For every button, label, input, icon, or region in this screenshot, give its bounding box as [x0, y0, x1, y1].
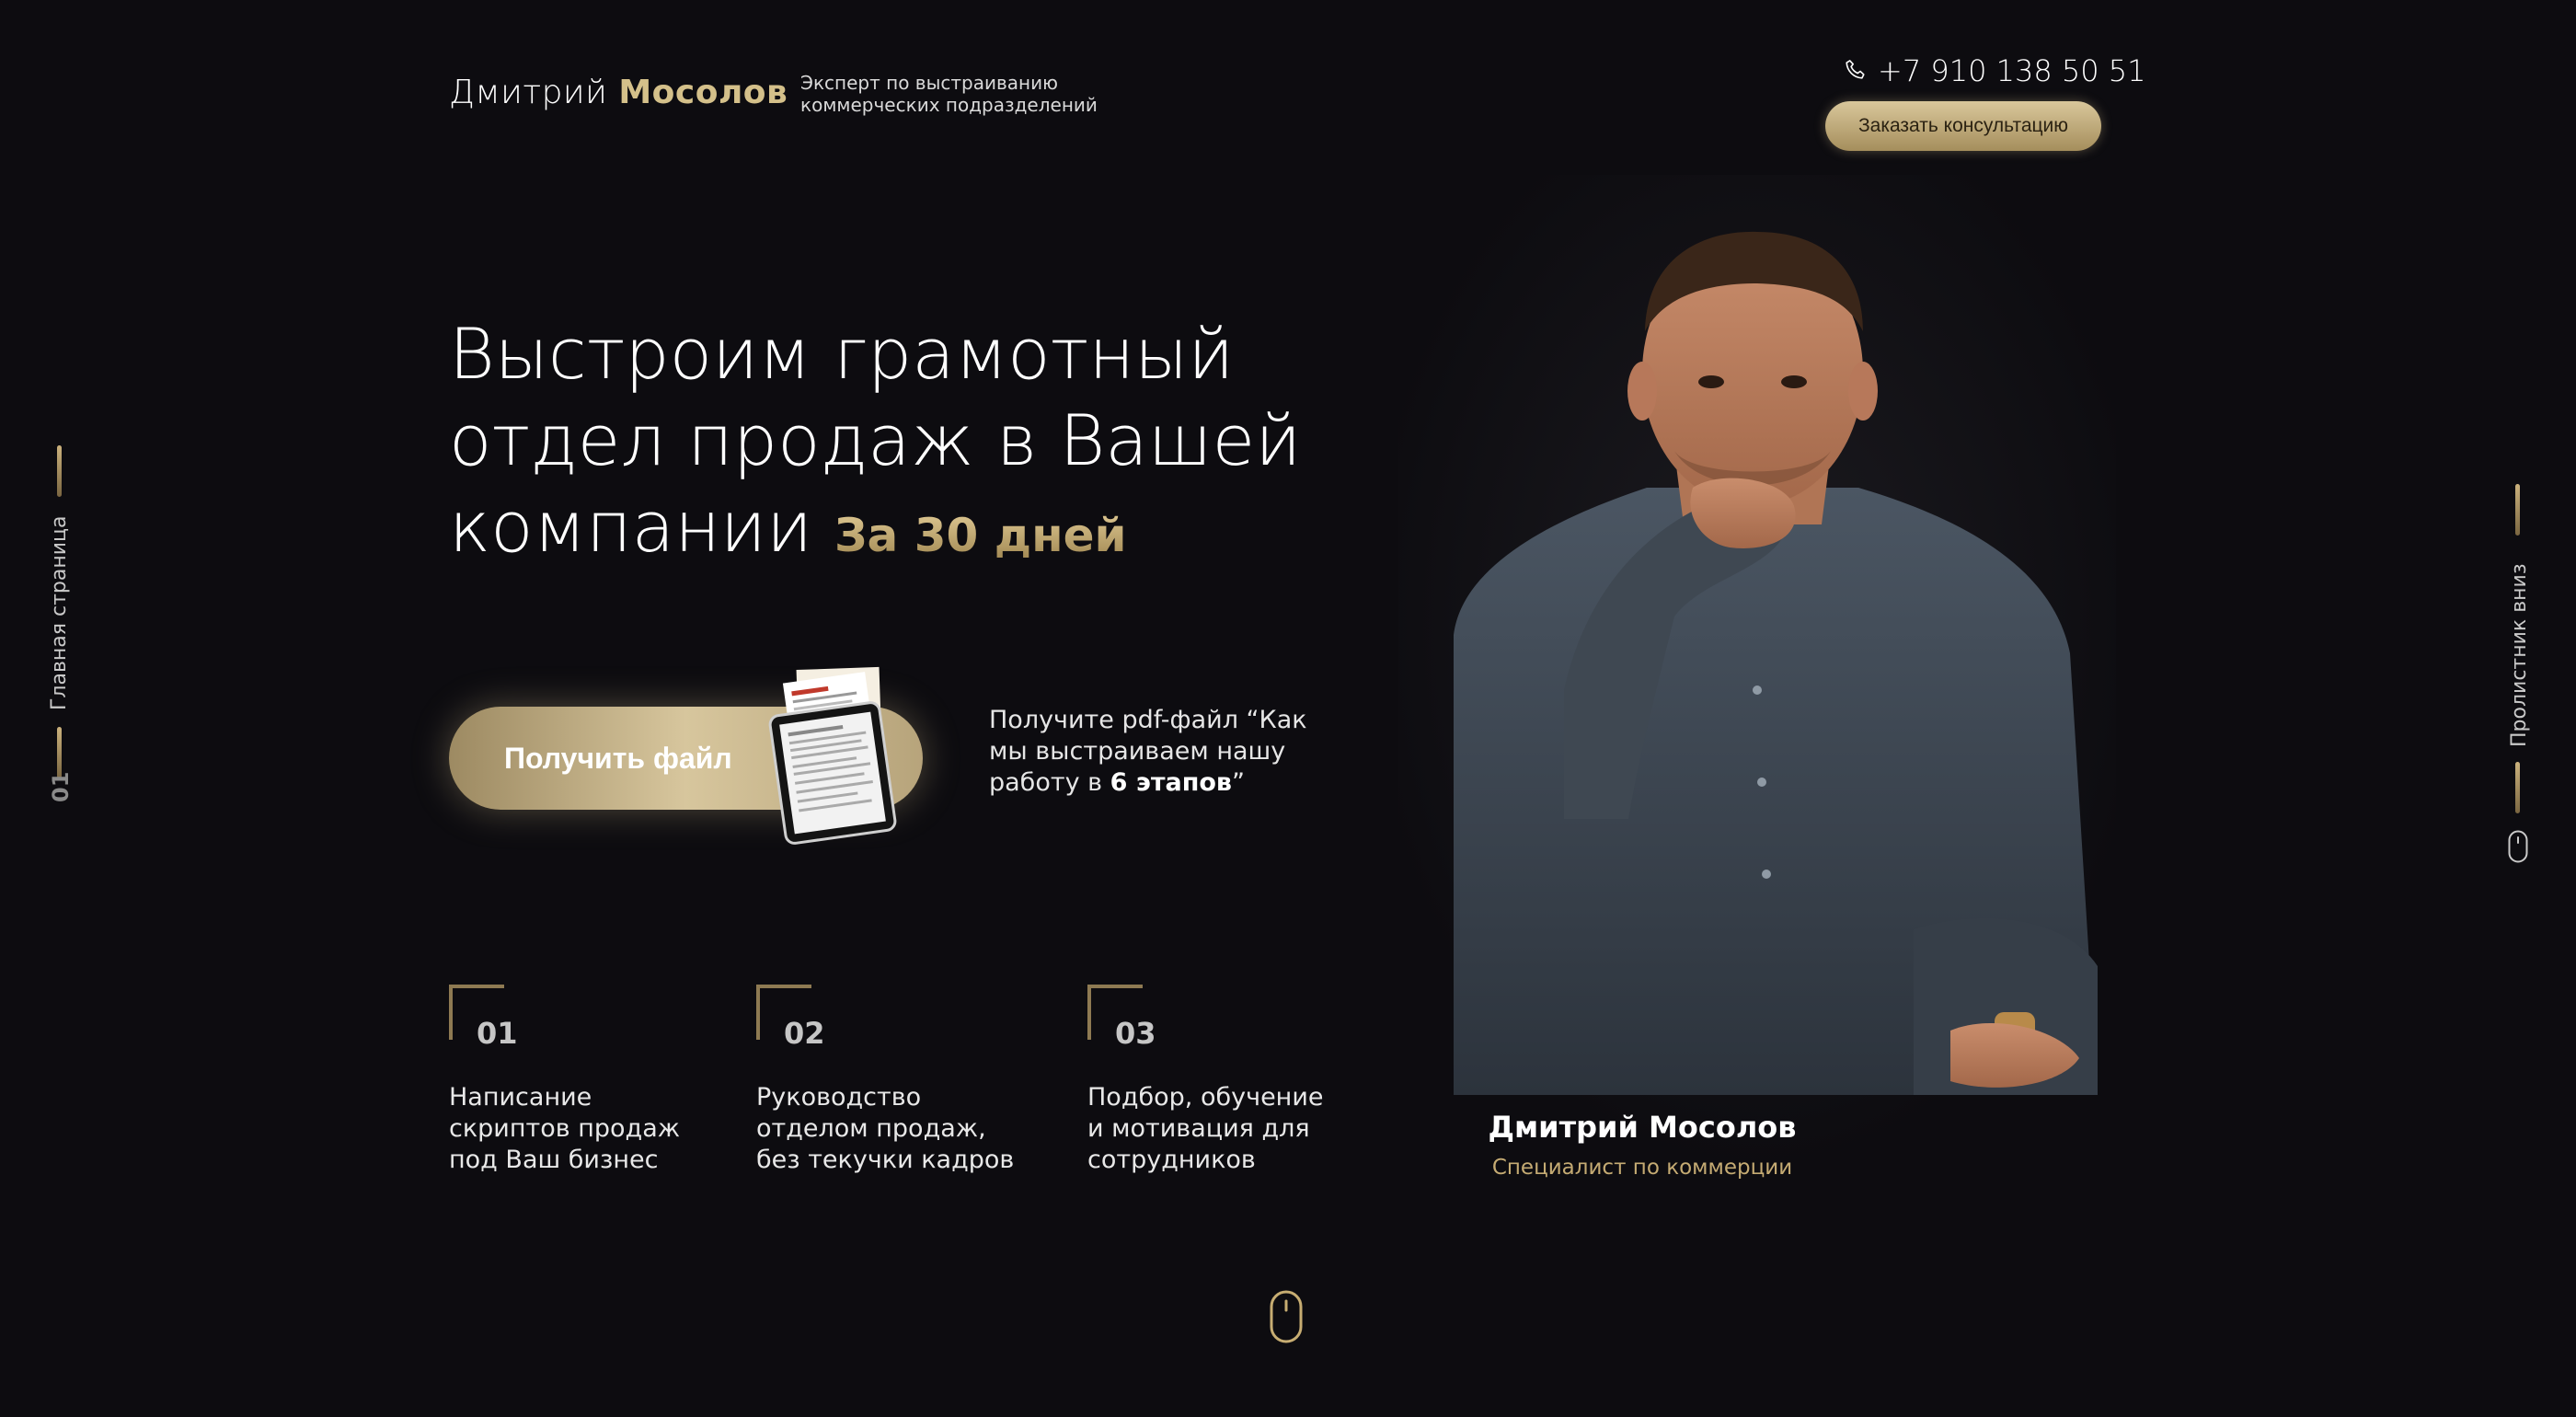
brand-first-name: Дмитрий	[449, 74, 608, 111]
step-line: сотрудников	[1087, 1146, 1256, 1174]
hero-title-line-2: отдел продаж в Вашей	[449, 399, 1302, 481]
step-line: Написание	[449, 1083, 592, 1112]
step-line: под Ваш бизнес	[449, 1146, 659, 1174]
hero-title-line-1: Выстроим грамотный	[449, 313, 1235, 395]
left-nav-line-top	[57, 445, 62, 497]
hero-title: Выстроим грамотный отдел продаж в Вашей …	[449, 311, 1323, 579]
tagline-line-2: коммерческих подразделений	[800, 94, 1098, 116]
step-number: 01	[477, 1016, 518, 1051]
phone-link[interactable]: +7 910 138 50 51	[1843, 53, 2145, 88]
get-file-button-label: Получить файл	[504, 741, 732, 775]
tagline-line-1: Эксперт по выстраиванию	[800, 72, 1058, 94]
file-description-end: ”	[1232, 768, 1246, 797]
right-nav-line-bottom	[2515, 762, 2520, 813]
step-line: без текучки кадров	[756, 1146, 1015, 1174]
step-line: скриптов продаж	[449, 1114, 681, 1143]
brand-tagline: Эксперт по выстраиванию коммерческих под…	[800, 72, 1132, 116]
step-description: Руководство отделом продаж, без текучки …	[756, 1082, 1023, 1176]
step-description: Подбор, обучение и мотивация для сотрудн…	[1087, 1082, 1354, 1176]
step-line: Подбор, обучение	[1087, 1083, 1324, 1112]
tablet-document-icon	[768, 666, 897, 845]
left-nav-page-number: 01	[48, 771, 74, 802]
file-description-bold: 6 этапов	[1110, 768, 1233, 797]
right-nav-line-top	[2515, 484, 2520, 536]
phone-number: +7 910 138 50 51	[1878, 53, 2146, 88]
step-line: Руководство	[756, 1083, 922, 1112]
hero-title-line-3-text: компании	[449, 486, 813, 568]
scroll-mouse-icon[interactable]	[1270, 1290, 1303, 1343]
hero-title-line-3: компании За 30 дней	[449, 484, 1323, 579]
portrait-photo	[1398, 175, 2116, 1169]
person-name: Дмитрий Мосолов	[1488, 1110, 1797, 1145]
phone-icon	[1846, 60, 1865, 79]
mouse-icon[interactable]	[2508, 830, 2528, 863]
person-role: Специалист по коммерции	[1491, 1156, 1793, 1180]
brand-logo[interactable]: Дмитрий Мосолов	[449, 74, 788, 111]
file-description: Получите pdf-файл “Как мы выстраиваем на…	[989, 705, 1320, 799]
step-line: отделом продаж,	[756, 1114, 986, 1143]
left-nav-label[interactable]: Главная страница	[48, 515, 71, 710]
step-line: и мотивация для	[1087, 1114, 1310, 1143]
step-number: 03	[1115, 1016, 1156, 1051]
brand-last-name: Мосолов	[618, 74, 788, 111]
order-consultation-button[interactable]: Заказать консультацию	[1825, 101, 2101, 151]
step-number: 02	[784, 1016, 825, 1051]
right-nav-label[interactable]: Пролистник вниз	[2508, 563, 2531, 747]
left-nav-line-bottom	[57, 727, 62, 778]
hero-title-accent: За 30 дней	[834, 509, 1127, 562]
step-description: Написание скриптов продаж под Ваш бизнес	[449, 1082, 716, 1176]
